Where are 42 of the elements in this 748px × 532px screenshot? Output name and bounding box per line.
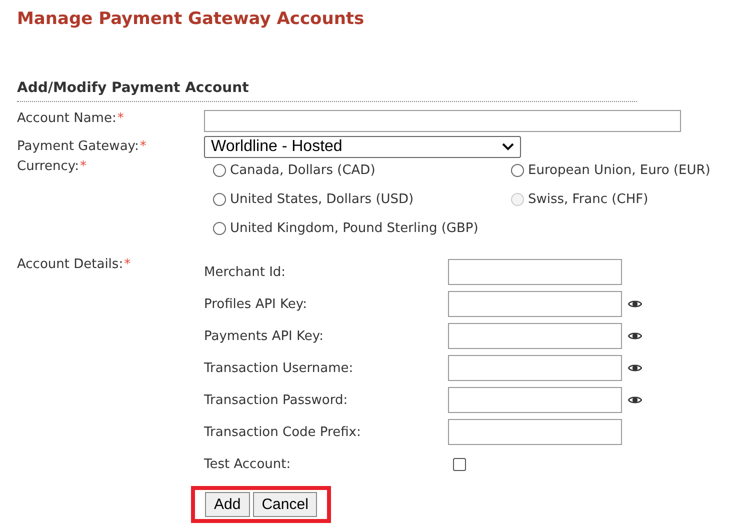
field-label: Account Details: bbox=[17, 257, 124, 272]
checkbox[interactable] bbox=[453, 458, 466, 470]
field-label: Transaction Username: bbox=[204, 360, 354, 376]
radio-label: United Kingdom, Pound Sterling (GBP) bbox=[230, 221, 478, 236]
input-field[interactable] bbox=[448, 355, 622, 381]
eye-icon[interactable] bbox=[628, 299, 642, 309]
eye-icon[interactable] bbox=[628, 395, 642, 405]
required-mark: * bbox=[124, 257, 131, 272]
chevron-down-icon bbox=[502, 143, 514, 151]
page-title: Manage Payment Gateway Accounts bbox=[17, 8, 366, 30]
input-field[interactable] bbox=[448, 387, 622, 413]
field-label: Transaction Code Prefix: bbox=[204, 424, 362, 440]
add-button[interactable]: Add bbox=[205, 492, 250, 517]
eye-icon[interactable] bbox=[628, 331, 642, 341]
required-mark: * bbox=[80, 159, 87, 174]
required-mark: * bbox=[117, 111, 124, 126]
radio-label: Canada, Dollars (CAD) bbox=[230, 163, 376, 178]
input-field[interactable] bbox=[448, 259, 622, 285]
cancel-button[interactable]: Cancel bbox=[252, 492, 318, 517]
field-label: Payments API Key: bbox=[204, 328, 325, 344]
account-name-field[interactable] bbox=[204, 110, 681, 132]
radio-button[interactable] bbox=[213, 193, 226, 206]
input-field[interactable] bbox=[448, 291, 622, 317]
field-label: Transaction Password: bbox=[204, 392, 349, 408]
field-label: Account Name: bbox=[17, 111, 116, 126]
section-title: Add/Modify Payment Account bbox=[17, 80, 249, 96]
radio-button[interactable] bbox=[511, 164, 524, 177]
radio-label: Swiss, Franc (CHF) bbox=[528, 192, 648, 207]
radio-label: European Union, Euro (EUR) bbox=[528, 163, 710, 178]
radio-label: United States, Dollars (USD) bbox=[230, 192, 414, 207]
input-field[interactable] bbox=[448, 323, 622, 349]
eye-icon[interactable] bbox=[628, 363, 642, 373]
radio-button[interactable] bbox=[213, 164, 226, 177]
input-field[interactable] bbox=[448, 419, 622, 445]
required-mark: * bbox=[140, 139, 146, 154]
field-label: Profiles API Key: bbox=[204, 296, 308, 312]
field-label: Payment Gateway: bbox=[17, 139, 139, 154]
gateway-dropdown[interactable]: Worldline - Hosted bbox=[204, 136, 521, 158]
radio-button[interactable] bbox=[213, 222, 226, 235]
field-label: Test Account: bbox=[204, 456, 292, 472]
field-label: Currency: bbox=[17, 159, 80, 174]
field-label: Merchant Id: bbox=[204, 264, 287, 280]
